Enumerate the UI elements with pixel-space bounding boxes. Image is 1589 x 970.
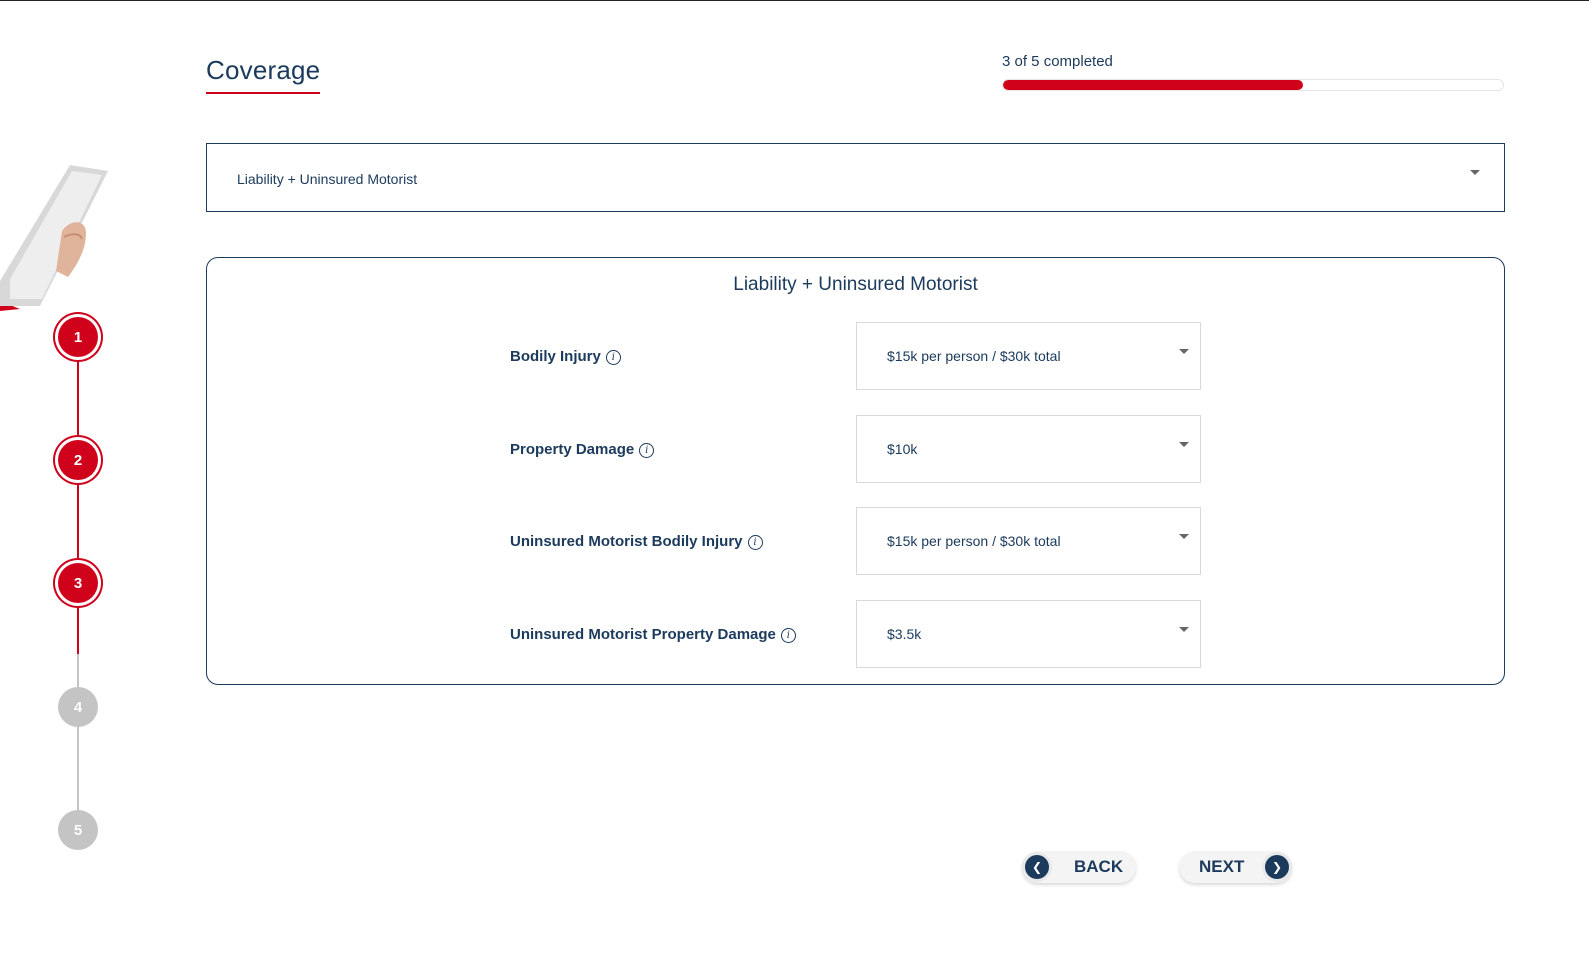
- card-title: Liability + Uninsured Motorist: [733, 274, 978, 295]
- step-2[interactable]: 2: [58, 440, 98, 480]
- step-5: 5: [58, 810, 98, 850]
- step-number: 4: [73, 698, 83, 716]
- caret-down-icon: [1470, 170, 1480, 175]
- progress-section: 3 of 5 completed: [1002, 53, 1505, 91]
- select-value: $3.5k: [887, 626, 922, 642]
- coverage-card: Liability + Uninsured Motorist Bodily In…: [206, 257, 1505, 685]
- progress-stepper: 1 2 3 4 5: [0, 301, 160, 861]
- um-property-damage-select[interactable]: $3.5k: [856, 600, 1201, 668]
- next-button[interactable]: NEXT ❯: [1179, 851, 1292, 883]
- stepper-line-incomplete: [77, 654, 79, 831]
- row-label-text: Bodily Injury: [510, 347, 601, 365]
- chevron-left-icon: ❮: [1025, 855, 1049, 879]
- info-icon[interactable]: i: [747, 535, 763, 550]
- step-number: 5: [73, 821, 83, 839]
- stepper-line-complete: [77, 336, 79, 654]
- property-damage-select[interactable]: $10k: [856, 415, 1201, 483]
- row-label: Bodily Injury i: [510, 322, 621, 390]
- row-label: Uninsured Motorist Property Damage i: [510, 600, 796, 668]
- select-value: $15k per person / $30k total: [887, 348, 1061, 364]
- progress-text: 3 of 5 completed: [1002, 53, 1113, 70]
- step-1[interactable]: 1: [58, 317, 98, 357]
- coverage-row-um-bodily-injury: Uninsured Motorist Bodily Injury i $15k …: [207, 507, 1504, 575]
- select-value: $10k: [887, 441, 918, 457]
- info-icon[interactable]: i: [780, 628, 796, 643]
- coverage-type-select[interactable]: Liability + Uninsured Motorist: [206, 143, 1505, 212]
- next-button-label: NEXT: [1199, 857, 1245, 876]
- info-icon[interactable]: i: [605, 350, 621, 365]
- row-label: Property Damage i: [510, 415, 655, 483]
- row-label-text: Property Damage: [510, 440, 635, 458]
- row-label: Uninsured Motorist Bodily Injury i: [510, 507, 763, 575]
- step-number: 1: [73, 328, 83, 346]
- select-value: $15k per person / $30k total: [887, 533, 1061, 549]
- tablet-illustration: [0, 165, 108, 311]
- info-icon[interactable]: i: [639, 443, 655, 458]
- step-number: 2: [73, 451, 83, 469]
- caret-down-icon: [1179, 349, 1189, 354]
- row-label-text: Uninsured Motorist Bodily Injury: [510, 532, 743, 550]
- coverage-type-value: Liability + Uninsured Motorist: [237, 170, 418, 187]
- back-button[interactable]: ❮ BACK: [1022, 851, 1136, 883]
- step-4: 4: [58, 687, 98, 727]
- chevron-right-icon: ❯: [1265, 855, 1289, 879]
- caret-down-icon: [1179, 627, 1189, 632]
- step-3[interactable]: 3: [58, 563, 98, 603]
- coverage-row-um-property-damage: Uninsured Motorist Property Damage i $3.…: [207, 600, 1504, 668]
- progress-bar-fill: [1003, 80, 1303, 90]
- coverage-row-property-damage: Property Damage i $10k: [207, 415, 1504, 483]
- coverage-row-bodily-injury: Bodily Injury i $15k per person / $30k t…: [207, 322, 1504, 390]
- back-button-label: BACK: [1074, 857, 1124, 876]
- caret-down-icon: [1179, 534, 1189, 539]
- page-title: Coverage: [206, 55, 321, 94]
- row-label-text: Uninsured Motorist Property Damage: [510, 625, 776, 643]
- bodily-injury-select[interactable]: $15k per person / $30k total: [856, 322, 1201, 390]
- caret-down-icon: [1179, 442, 1189, 447]
- um-bodily-injury-select[interactable]: $15k per person / $30k total: [856, 507, 1201, 575]
- progress-bar: [1002, 79, 1504, 91]
- step-number: 3: [73, 574, 83, 592]
